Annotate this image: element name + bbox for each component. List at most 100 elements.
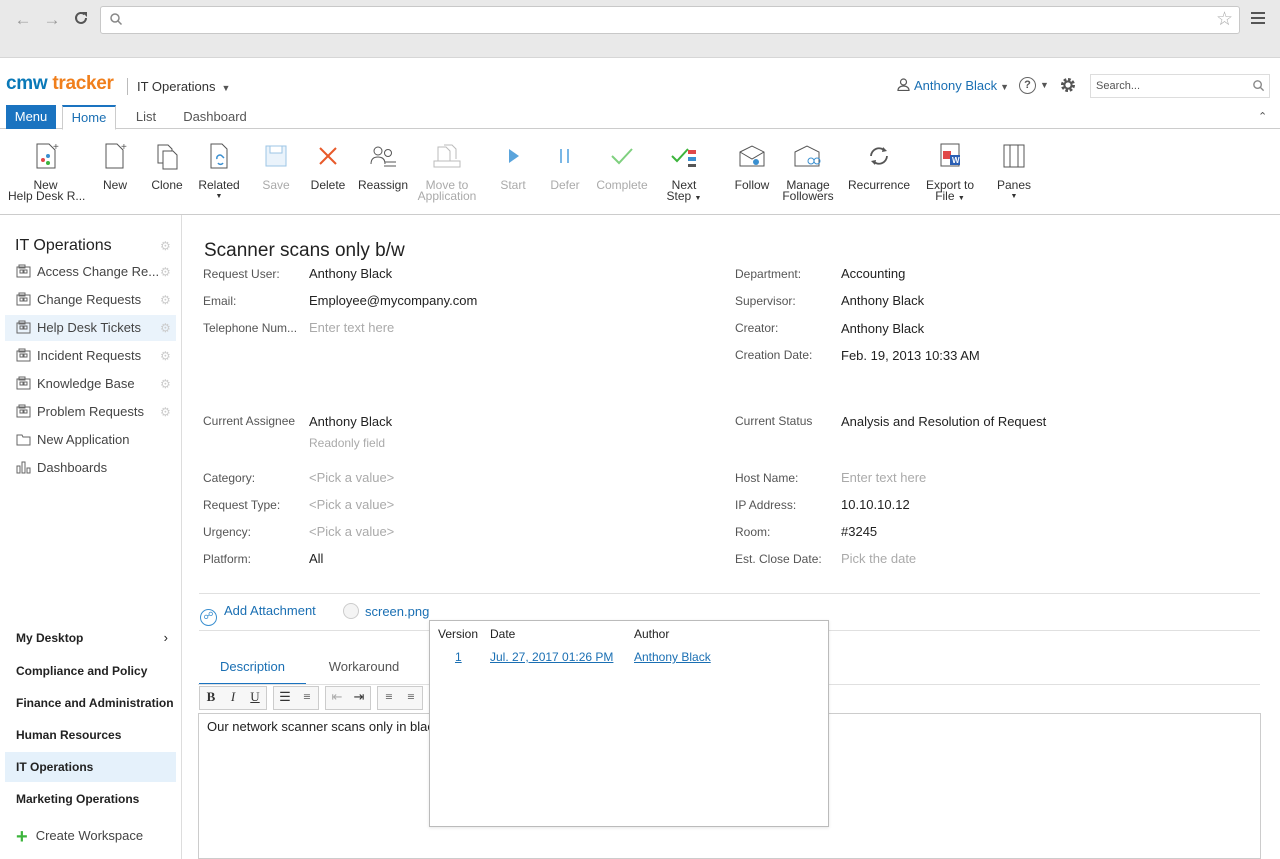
workspace-label: Finance and Administration [16,696,174,710]
room-field[interactable]: #3245 [841,524,877,539]
gear-icon[interactable]: ⚙ [160,377,171,391]
gear-icon[interactable]: ⚙ [160,293,171,307]
sidebar-title[interactable]: IT Operations [15,237,112,255]
sidebar-item-dashboards[interactable]: Dashboards [5,455,176,481]
workspace-my-desktop[interactable]: My Desktop › [5,623,176,653]
chevron-down-icon[interactable]: ▼ [1040,80,1049,90]
record-template-icon [16,373,31,390]
sidebar-item-problem-requests[interactable]: Problem Requests [5,399,176,425]
align-center-icon[interactable]: ≡ [400,687,422,707]
align-left-icon[interactable]: ≡ [378,687,400,707]
category-field[interactable]: <Pick a value> [309,470,394,485]
sidebar-item-new-application[interactable]: New Application [5,427,176,453]
play-icon [496,140,530,172]
tab-dashboard[interactable]: Dashboard [176,105,254,129]
move-to-application-button[interactable]: Move to Application [414,140,480,202]
image-file-icon [343,603,359,619]
attachment-file-link[interactable]: screen.png [343,603,429,619]
start-button[interactable]: Start [496,140,530,191]
clone-button[interactable]: Clone [147,140,187,191]
workspace-selector[interactable]: IT Operations ▼ [127,78,230,95]
search-icon[interactable] [1252,79,1265,95]
sidebar-item-help-desk-tickets[interactable]: Help Desk Tickets [5,315,176,341]
numbered-list-icon[interactable]: ☰ [274,687,296,707]
department-field[interactable]: Accounting [841,266,905,281]
save-button[interactable]: Save [258,140,294,191]
collapse-ribbon-icon[interactable]: ⌃ [1258,110,1267,123]
tab-list[interactable]: List [126,105,166,129]
user-menu[interactable]: Anthony Black ▼ [897,78,1009,93]
browser-menu-icon[interactable] [1251,12,1265,27]
bold-icon[interactable]: B [200,687,222,707]
version-author-link[interactable]: Anthony Black [634,650,711,664]
new-button[interactable]: + New [98,140,132,191]
sidebar-item-knowledge-base[interactable]: Knowledge Base [5,371,176,397]
workspace-marketing-operations[interactable]: Marketing Operations [5,784,176,814]
panes-button[interactable]: Panes ▼ [994,140,1034,202]
delete-button[interactable]: Delete [308,140,348,191]
gear-icon[interactable]: ⚙ [160,321,171,335]
gear-icon[interactable]: ⚙ [160,265,171,279]
search-input[interactable] [1091,75,1241,97]
supervisor-field[interactable]: Anthony Black [841,293,924,308]
bookmark-star-icon[interactable]: ☆ [1216,10,1233,30]
svg-text:+: + [53,142,59,153]
address-bar[interactable]: ☆ [100,6,1240,34]
forward-icon[interactable]: → [42,10,62,30]
bullet-list-icon[interactable]: ≡ [296,687,318,707]
manage-followers-button[interactable]: Manage Followers [781,140,835,202]
author-header: Author [634,627,670,641]
close-date-field[interactable]: Pick the date [841,551,916,566]
telephone-field[interactable]: Enter text here [309,320,394,335]
reassign-button[interactable]: Reassign [358,140,408,191]
ip-address-field[interactable]: 10.10.10.12 [841,497,910,512]
version-link[interactable]: 1 [455,650,462,664]
user-icon [897,78,910,92]
reload-icon[interactable] [71,10,91,30]
request-type-field[interactable]: <Pick a value> [309,497,394,512]
workspace-human-resources[interactable]: Human Resources [5,720,176,750]
next-step-button[interactable]: Next Step ▼ [664,140,704,204]
recurrence-button[interactable]: Recurrence [848,140,910,191]
outdent-icon[interactable]: ⇤ [326,687,348,707]
platform-field[interactable]: All [309,551,323,566]
sidebar-item-change-requests[interactable]: Change Requests [5,287,176,313]
gear-icon[interactable]: ⚙ [160,239,171,253]
tab-workaround[interactable]: Workaround [311,659,417,685]
gear-icon[interactable]: ⚙ [160,349,171,363]
sidebar-item-access-change-requests[interactable]: Access Change Re... [5,259,176,285]
complete-button[interactable]: Complete [594,140,650,191]
defer-button[interactable]: Defer [547,140,583,191]
workspace-finance-and-administration[interactable]: Finance and Administration [5,688,176,718]
add-attachment-link[interactable]: ☍ Add Attachment [200,603,316,626]
close-date-label: Est. Close Date: [735,552,822,566]
new-help-desk-request-button[interactable]: + New Help Desk R... [8,140,85,202]
sidebar-item-incident-requests[interactable]: Incident Requests [5,343,176,369]
app-logo[interactable]: cmw tracker [6,73,114,95]
urgency-field[interactable]: <Pick a value> [309,524,394,539]
create-workspace-button[interactable]: + Create Workspace [16,826,143,849]
search-box[interactable] [1090,74,1270,98]
underline-icon[interactable]: U [244,687,266,707]
settings-gear-icon[interactable] [1059,76,1077,97]
platform-label: Platform: [203,552,252,566]
follow-button[interactable]: Follow [732,140,772,191]
host-name-field[interactable]: Enter text here [841,470,926,485]
indent-icon[interactable]: ⇥ [348,687,370,707]
workspace-it-operations[interactable]: IT Operations [5,752,176,782]
urgency-label: Urgency: [203,525,252,539]
tab-menu[interactable]: Menu [6,105,56,129]
version-date-link[interactable]: Jul. 27, 2017 01:26 PM [490,650,613,664]
help-icon[interactable]: ? [1019,77,1036,94]
related-button[interactable]: Related ▼ [196,140,242,202]
workspace-compliance-and-policy[interactable]: Compliance and Policy [5,656,176,686]
gear-icon[interactable]: ⚙ [160,405,171,419]
request-user-field[interactable]: Anthony Black [309,266,392,281]
tab-description[interactable]: Description [199,659,306,685]
back-icon[interactable]: ← [13,10,33,30]
export-to-file-button[interactable]: W Export to File ▼ [924,140,976,204]
follow-label: Follow [734,178,770,192]
tab-home[interactable]: Home [62,105,116,130]
email-field[interactable]: Employee@mycompany.com [309,293,477,308]
italic-icon[interactable]: I [222,687,244,707]
